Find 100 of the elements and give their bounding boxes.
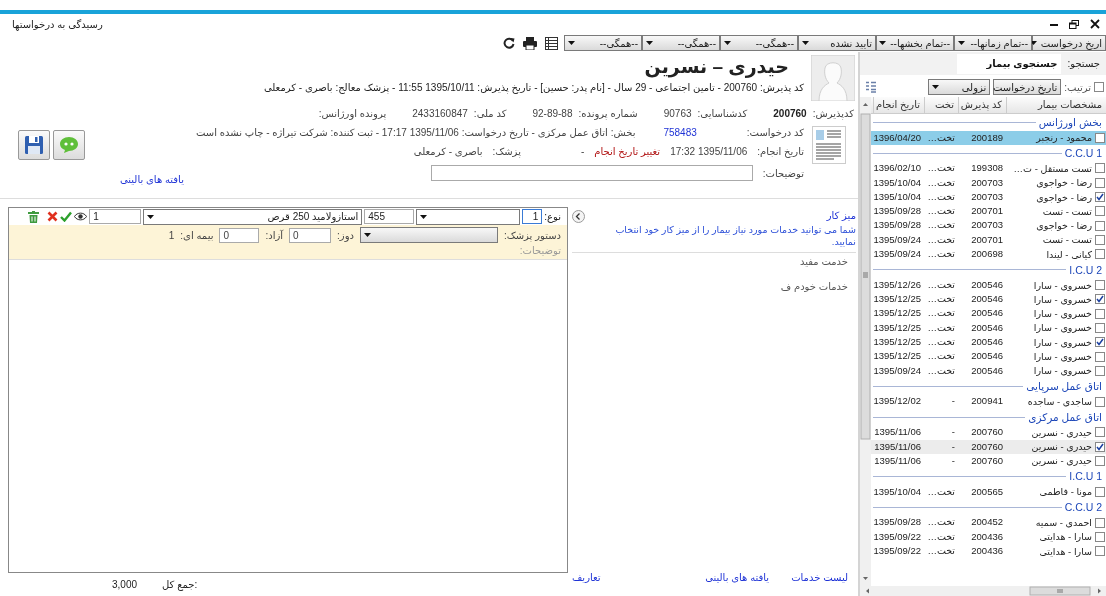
caret-icon <box>932 85 940 89</box>
row-checkbox[interactable] <box>1095 132 1105 143</box>
trash-icon[interactable] <box>28 210 40 223</box>
row-checkbox[interactable] <box>1095 396 1105 407</box>
table-cell: حیدری - نسرین <box>1031 426 1092 438</box>
printer-icon[interactable] <box>523 36 537 50</box>
row-checkbox[interactable] <box>1095 280 1105 290</box>
table-cell: 1395/12/26 <box>873 278 921 290</box>
row-checkbox[interactable] <box>1095 192 1105 203</box>
column-header[interactable]: کد پذیرش <box>958 97 1006 113</box>
table-cell: تخت… <box>927 321 955 333</box>
table-cell: 1395/11/06 <box>874 426 921 438</box>
field-value: 1 <box>168 229 175 241</box>
service-item[interactable]: خدمات خودم ف <box>780 281 848 292</box>
table-cell: 1396/04/20 <box>873 131 921 143</box>
row-checkbox[interactable] <box>1095 206 1105 217</box>
message-button[interactable] <box>53 130 85 160</box>
table-cell: خسروی - سارا <box>1033 336 1092 348</box>
table-cell: خسروی - سارا <box>1033 279 1092 291</box>
request-code-link[interactable]: 758483 <box>663 127 697 138</box>
field-label: توضیحات: <box>762 167 804 179</box>
drug-dropdown[interactable]: استازولامید 250 قرص <box>143 208 363 225</box>
table-cell: رضا - خواجوی <box>1036 191 1092 203</box>
table-cell: تخت… <box>927 307 955 319</box>
restore-icon[interactable] <box>1069 19 1079 29</box>
field-value: 90763 <box>663 108 692 120</box>
service-item[interactable]: خدمت مفید <box>799 256 848 267</box>
vertical-scrollbar[interactable] <box>860 97 871 586</box>
bottom-link[interactable]: لیست خدمات <box>791 572 848 583</box>
row-checkbox[interactable] <box>1095 456 1105 466</box>
caret-icon <box>568 41 575 45</box>
column-header[interactable]: تخت <box>924 97 958 113</box>
refresh-icon[interactable] <box>503 37 515 49</box>
sort-checkbox[interactable] <box>1094 82 1104 92</box>
window-title: رسیدگی به درخواستها <box>12 18 103 30</box>
filter-dropdown[interactable]: --تمام زمانها-- <box>954 35 1032 51</box>
dropdown[interactable] <box>416 208 521 225</box>
row-checkbox[interactable] <box>1095 427 1105 438</box>
dose-field[interactable]: 0 <box>289 227 332 243</box>
row-checkbox[interactable] <box>1095 294 1105 305</box>
row-checkbox[interactable] <box>1095 441 1105 452</box>
row-checkbox[interactable] <box>1095 220 1105 231</box>
clinical-findings-link[interactable]: یافته های بالینی <box>120 174 184 185</box>
free-field[interactable]: 0 <box>219 227 260 243</box>
column-header[interactable]: مشخصات بیمار <box>1006 97 1106 113</box>
row-checkbox[interactable] <box>1095 249 1105 260</box>
table-cell: 1395/11/06 <box>874 440 921 452</box>
row-checkbox[interactable] <box>1095 322 1105 333</box>
table-cell: 1395/10/04 <box>873 485 921 497</box>
filter-dropdown[interactable]: --همگی-- <box>564 35 642 51</box>
filter-dropdown[interactable]: --همگی-- <box>720 35 798 51</box>
filter-dropdown[interactable]: تایید نشده <box>798 35 876 51</box>
code-field[interactable]: 455 <box>364 209 415 224</box>
group-header: اتاق عمل سرپایی <box>1026 380 1102 393</box>
row-checkbox[interactable] <box>1095 234 1105 245</box>
total-label: جمع کل: <box>162 578 198 590</box>
notes-field[interactable] <box>430 165 753 181</box>
workdesk-title: میز کار <box>825 210 856 221</box>
row-checkbox[interactable] <box>1095 177 1105 188</box>
table-cell: 1395/09/22 <box>873 545 921 557</box>
change-date-link[interactable]: تغییر تاریخ انجام <box>594 146 661 157</box>
row-checkbox[interactable] <box>1095 163 1105 174</box>
row-checkbox[interactable] <box>1095 517 1105 528</box>
filter-dropdown[interactable]: --تمام بخشها-- <box>876 35 954 51</box>
close-icon[interactable] <box>1090 19 1100 29</box>
row-checkbox[interactable] <box>1095 351 1105 362</box>
table-cell: رضا - خواجوی <box>1036 177 1092 189</box>
save-button[interactable] <box>18 130 50 160</box>
row-checkbox[interactable] <box>1095 308 1105 319</box>
row-checkbox[interactable] <box>1095 546 1105 557</box>
table-cell: 1395/09/28 <box>873 219 921 231</box>
order-dropdown[interactable]: نزولی <box>928 79 991 95</box>
bottom-link[interactable]: یافته های بالینی <box>705 572 770 583</box>
table-cell: مونا - فاطمی <box>1039 486 1092 498</box>
row-checkbox[interactable] <box>1095 531 1105 542</box>
minimize-icon[interactable] <box>1050 22 1058 26</box>
column-header[interactable]: تاریخ انجام <box>873 97 924 113</box>
eye-icon[interactable] <box>74 212 88 221</box>
table-cell: 200703 <box>971 219 1003 231</box>
check-icon[interactable] <box>60 211 73 222</box>
doctor-order-dropdown[interactable] <box>359 227 498 243</box>
table-cell: 200546 <box>971 293 1003 305</box>
row-checkbox[interactable] <box>1095 337 1105 348</box>
filter-dropdown[interactable]: اریخ درخواست <box>1032 35 1106 51</box>
table-cell: - <box>951 440 955 452</box>
group-header: C.C.U 1 <box>1064 147 1102 160</box>
table-cell: کیانی - لیندا <box>1046 248 1092 260</box>
bottom-link[interactable]: تعاریف <box>572 572 601 583</box>
horizontal-scrollbar[interactable] <box>860 586 1106 596</box>
list-icon[interactable] <box>865 81 877 93</box>
row-checkbox[interactable] <box>1095 365 1105 376</box>
search-field[interactable]: جستجوی بیمار <box>957 53 1062 74</box>
type-field[interactable]: 1 <box>522 209 543 224</box>
table-icon[interactable] <box>545 36 558 50</box>
collapse-icon[interactable] <box>572 210 585 223</box>
sort-dropdown[interactable]: تاریخ درخواست <box>993 79 1062 95</box>
table-cell: 200760 <box>971 454 1003 466</box>
filter-dropdown[interactable]: --همگی-- <box>642 35 720 51</box>
field-label: شماره پرونده: <box>578 108 638 120</box>
row-checkbox[interactable] <box>1095 486 1105 497</box>
